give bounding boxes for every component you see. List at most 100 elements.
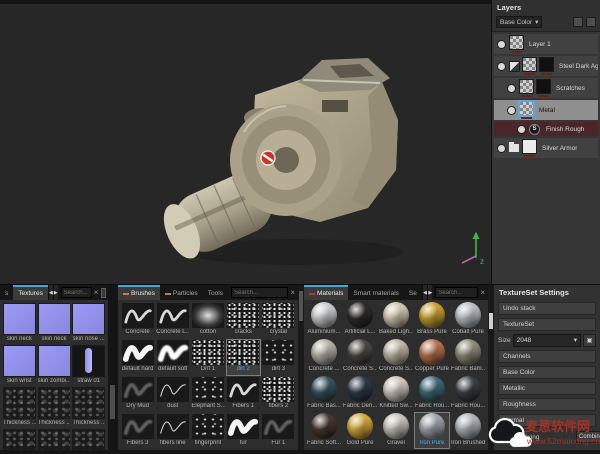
3d-viewport[interactable]: z: [0, 0, 491, 284]
layer-row[interactable]: SFinish Rough: [494, 122, 598, 136]
brush-item[interactable]: fur: [227, 414, 260, 449]
texture-item[interactable]: Thickness ...: [3, 387, 36, 427]
material-item[interactable]: Artificial L...: [343, 302, 377, 337]
layer-thumbnail[interactable]: [522, 139, 537, 154]
layer-thumbnail[interactable]: [522, 57, 537, 72]
channel-bar[interactable]: Metallic: [498, 382, 596, 395]
visibility-eye-icon[interactable]: [517, 125, 526, 134]
brush-item[interactable]: fibers 2: [262, 377, 295, 412]
material-sphere-thumbnail[interactable]: [419, 413, 445, 439]
material-sphere-thumbnail[interactable]: [311, 413, 337, 439]
texture-item[interactable]: skin nose ...: [72, 303, 105, 343]
brushes-search-input[interactable]: [231, 287, 288, 298]
material-sphere-thumbnail[interactable]: [419, 302, 445, 328]
channels-section[interactable]: Channels: [498, 350, 596, 363]
brush-thumbnail[interactable]: [262, 414, 294, 439]
material-item[interactable]: Fabric Rou...: [415, 376, 449, 411]
scrollbar-thumb[interactable]: [489, 313, 493, 329]
brush-item[interactable]: crystal: [262, 303, 295, 338]
material-item[interactable]: Aluminium...: [307, 302, 341, 337]
texture-thumbnail[interactable]: [72, 303, 105, 335]
material-item[interactable]: Copper Pure: [415, 339, 449, 374]
brush-item[interactable]: dirt 2: [227, 340, 260, 375]
material-sphere-thumbnail[interactable]: [311, 339, 337, 365]
clear-search-icon[interactable]: ×: [480, 288, 488, 297]
scrollbar-thumb[interactable]: [299, 291, 303, 321]
brush-thumbnail[interactable]: [157, 303, 189, 328]
layer-row[interactable]: Layer 1: [494, 34, 598, 54]
material-item[interactable]: Fabric Soft...: [307, 413, 341, 448]
brush-thumbnail[interactable]: [227, 340, 259, 365]
brush-item[interactable]: Fibers 1: [227, 377, 260, 412]
tab-truncated[interactable]: Se: [404, 285, 422, 300]
material-sphere-thumbnail[interactable]: [347, 339, 373, 365]
visibility-eye-icon[interactable]: [497, 40, 506, 49]
size-dropdown[interactable]: 2048 ▾: [513, 334, 581, 347]
tab-materials[interactable]: Materials: [304, 285, 348, 300]
grid-view-icon[interactable]: [101, 288, 106, 298]
material-item[interactable]: Fabric Bas...: [307, 376, 341, 411]
layer-row[interactable]: Metal: [494, 100, 598, 120]
layer-thumbnail[interactable]: [536, 79, 551, 94]
brush-thumbnail[interactable]: [122, 340, 154, 365]
brush-item[interactable]: cracks: [227, 303, 260, 338]
texture-thumbnail[interactable]: [3, 429, 36, 450]
material-item[interactable]: Fabric Bam...: [451, 339, 485, 374]
material-item[interactable]: Concrete S...: [379, 339, 413, 374]
texture-thumbnail[interactable]: [3, 345, 36, 377]
brush-thumbnail[interactable]: [192, 377, 224, 402]
lock-icon[interactable]: ▣: [583, 334, 596, 347]
brush-item[interactable]: default hard: [121, 340, 154, 375]
brush-thumbnail[interactable]: [157, 414, 189, 439]
brush-item[interactable]: cotton: [191, 303, 224, 338]
texture-thumbnail[interactable]: [38, 345, 71, 377]
panel-divider-scrollbar[interactable]: [108, 284, 118, 450]
material-sphere-thumbnail[interactable]: [311, 376, 337, 402]
texture-item[interactable]: Thickness ...: [72, 429, 105, 450]
materials-search-input[interactable]: [435, 287, 478, 298]
tab-brushes[interactable]: Brushes: [118, 285, 160, 300]
texture-thumbnail[interactable]: [38, 387, 71, 419]
brush-item[interactable]: fibers line: [156, 414, 189, 449]
texture-item[interactable]: skin zombi...: [38, 345, 71, 385]
texture-item[interactable]: Thickness ...: [38, 387, 71, 427]
brush-thumbnail[interactable]: [192, 303, 224, 328]
brush-thumbnail[interactable]: [192, 340, 224, 365]
copy-icon[interactable]: [586, 17, 596, 27]
brush-thumbnail[interactable]: [262, 377, 294, 402]
layer-thumbnail[interactable]: [539, 57, 554, 72]
visibility-eye-icon[interactable]: [507, 106, 516, 115]
texture-item[interactable]: Thickness ...: [38, 429, 71, 450]
scroll-right-icon[interactable]: ▶: [53, 285, 58, 300]
material-sphere-thumbnail[interactable]: [347, 302, 373, 328]
texture-item[interactable]: skin neck: [3, 303, 36, 343]
layer-thumbnail[interactable]: [509, 35, 524, 50]
texture-thumbnail[interactable]: [38, 429, 71, 450]
texture-thumbnail[interactable]: [38, 303, 71, 335]
texture-thumbnail[interactable]: [72, 345, 105, 377]
material-item[interactable]: Fabric Den...: [343, 376, 377, 411]
visibility-eye-icon[interactable]: [497, 62, 506, 71]
texture-item[interactable]: skin wrist: [3, 345, 36, 385]
layer-row[interactable]: Steel Dark Aged: [494, 56, 598, 76]
brush-thumbnail[interactable]: [192, 414, 224, 439]
material-item[interactable]: Cobalt Pure: [451, 302, 485, 337]
material-sphere-thumbnail[interactable]: [455, 339, 481, 365]
material-sphere-thumbnail[interactable]: [383, 339, 409, 365]
brush-item[interactable]: Concrete: [121, 303, 154, 338]
material-sphere-thumbnail[interactable]: [419, 339, 445, 365]
scroll-right-icon[interactable]: ▶: [427, 285, 432, 300]
brush-thumbnail[interactable]: [157, 377, 189, 402]
material-sphere-thumbnail[interactable]: [311, 302, 337, 328]
brush-item[interactable]: default soft: [156, 340, 189, 375]
texture-thumbnail[interactable]: [3, 303, 36, 335]
material-sphere-thumbnail[interactable]: [383, 376, 409, 402]
brush-thumbnail[interactable]: [227, 303, 259, 328]
brush-item[interactable]: Fur 1: [262, 414, 295, 449]
visibility-eye-icon[interactable]: [507, 84, 516, 93]
material-item[interactable]: Knitted Sw...: [379, 376, 413, 411]
brush-item[interactable]: fingerprint: [191, 414, 224, 449]
material-item[interactable]: Fabric Rou...: [451, 376, 485, 411]
texture-item[interactable]: skin neck: [38, 303, 71, 343]
layer-thumbnail[interactable]: [519, 79, 534, 94]
